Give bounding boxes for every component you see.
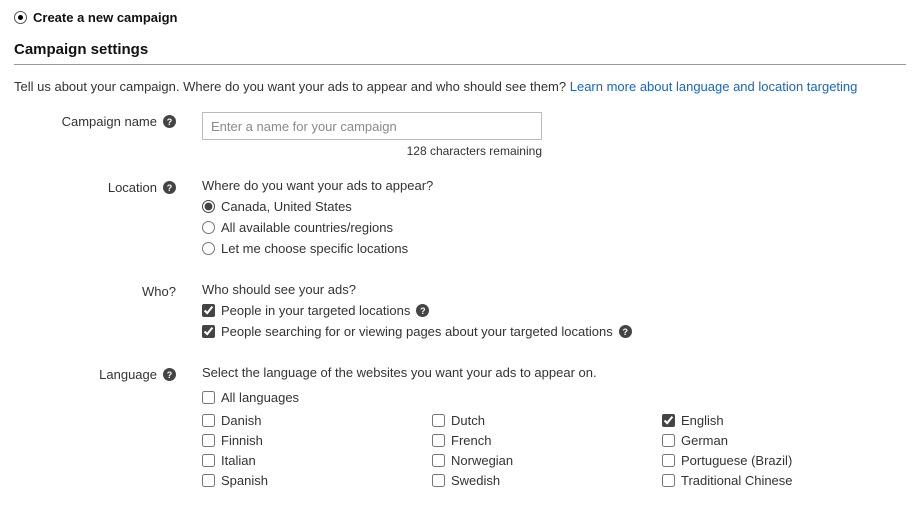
row-location: Location ? Where do you want your ads to… — [14, 178, 906, 262]
location-option-0[interactable]: Canada, United States — [202, 199, 906, 214]
lang-col-2: Dutch French Norwegian Swedish — [432, 413, 662, 493]
lang-italian[interactable]: Italian — [202, 453, 432, 468]
intro-text: Tell us about your campaign. Where do yo… — [14, 79, 906, 94]
label-who: Who? — [14, 282, 184, 299]
who-option-1[interactable]: People searching for or viewing pages ab… — [202, 324, 906, 339]
lang-swedish-checkbox[interactable] — [432, 474, 445, 487]
help-icon[interactable]: ? — [416, 304, 429, 317]
who-question: Who should see your ads? — [202, 282, 906, 297]
step-radio-icon — [14, 11, 27, 24]
intro-learn-more-link[interactable]: Learn more about language and location t… — [570, 79, 858, 94]
label-campaign-name: Campaign name ? — [14, 112, 184, 129]
who-option-0[interactable]: People in your targeted locations ? — [202, 303, 906, 318]
location-radio-1[interactable] — [202, 221, 215, 234]
location-option-1[interactable]: All available countries/regions — [202, 220, 906, 235]
lang-all-checkbox[interactable] — [202, 391, 215, 404]
lang-danish[interactable]: Danish — [202, 413, 432, 428]
lang-finnish-checkbox[interactable] — [202, 434, 215, 447]
location-option-0-label: Canada, United States — [221, 199, 352, 214]
label-location-text: Location — [108, 180, 157, 195]
lang-swedish[interactable]: Swedish — [432, 473, 662, 488]
location-radio-2[interactable] — [202, 242, 215, 255]
lang-dutch[interactable]: Dutch — [432, 413, 662, 428]
lang-german-label: German — [681, 433, 728, 448]
row-language: Language ? Select the language of the we… — [14, 365, 906, 493]
section-divider — [14, 64, 906, 65]
location-radio-0[interactable] — [202, 200, 215, 213]
location-option-2[interactable]: Let me choose specific locations — [202, 241, 906, 256]
intro-text-body: Tell us about your campaign. Where do yo… — [14, 79, 570, 94]
lang-all[interactable]: All languages — [202, 390, 906, 405]
lang-finnish[interactable]: Finnish — [202, 433, 432, 448]
lang-italian-label: Italian — [221, 453, 256, 468]
row-campaign-name: Campaign name ? 128 characters remaining — [14, 112, 906, 158]
lang-norwegian-label: Norwegian — [451, 453, 513, 468]
lang-french-checkbox[interactable] — [432, 434, 445, 447]
lang-col-1: Danish Finnish Italian Spanish — [202, 413, 432, 493]
lang-french[interactable]: French — [432, 433, 662, 448]
who-option-0-label: People in your targeted locations — [221, 303, 410, 318]
section-title: Campaign settings — [14, 41, 906, 58]
lang-spanish-checkbox[interactable] — [202, 474, 215, 487]
campaign-name-input[interactable] — [202, 112, 542, 140]
lang-finnish-label: Finnish — [221, 433, 263, 448]
lang-swedish-label: Swedish — [451, 473, 500, 488]
lang-portuguese-brazil[interactable]: Portuguese (Brazil) — [662, 453, 892, 468]
lang-english[interactable]: English — [662, 413, 892, 428]
lang-traditional-chinese[interactable]: Traditional Chinese — [662, 473, 892, 488]
label-location: Location ? — [14, 178, 184, 195]
label-who-text: Who? — [142, 284, 176, 299]
lang-traditional-chinese-checkbox[interactable] — [662, 474, 675, 487]
step-title: Create a new campaign — [33, 10, 178, 25]
lang-traditional-chinese-label: Traditional Chinese — [681, 473, 793, 488]
label-language-text: Language — [99, 367, 157, 382]
lang-danish-checkbox[interactable] — [202, 414, 215, 427]
label-campaign-name-text: Campaign name — [62, 114, 157, 129]
help-icon[interactable]: ? — [163, 181, 176, 194]
lang-german-checkbox[interactable] — [662, 434, 675, 447]
campaign-name-counter: 128 characters remaining — [202, 144, 542, 158]
lang-all-label: All languages — [221, 390, 299, 405]
location-option-2-label: Let me choose specific locations — [221, 241, 408, 256]
location-option-1-label: All available countries/regions — [221, 220, 393, 235]
lang-danish-label: Danish — [221, 413, 261, 428]
lang-italian-checkbox[interactable] — [202, 454, 215, 467]
lang-portuguese-brazil-label: Portuguese (Brazil) — [681, 453, 792, 468]
who-option-1-label: People searching for or viewing pages ab… — [221, 324, 613, 339]
step-header: Create a new campaign — [14, 10, 906, 25]
help-icon[interactable]: ? — [163, 115, 176, 128]
lang-spanish[interactable]: Spanish — [202, 473, 432, 488]
lang-dutch-label: Dutch — [451, 413, 485, 428]
lang-norwegian[interactable]: Norwegian — [432, 453, 662, 468]
help-icon[interactable]: ? — [619, 325, 632, 338]
who-checkbox-1[interactable] — [202, 325, 215, 338]
label-language: Language ? — [14, 365, 184, 382]
language-question: Select the language of the websites you … — [202, 365, 906, 380]
lang-english-label: English — [681, 413, 724, 428]
lang-dutch-checkbox[interactable] — [432, 414, 445, 427]
help-icon[interactable]: ? — [163, 368, 176, 381]
location-question: Where do you want your ads to appear? — [202, 178, 906, 193]
lang-spanish-label: Spanish — [221, 473, 268, 488]
row-who: Who? Who should see your ads? People in … — [14, 282, 906, 345]
lang-norwegian-checkbox[interactable] — [432, 454, 445, 467]
who-checkbox-0[interactable] — [202, 304, 215, 317]
lang-portuguese-brazil-checkbox[interactable] — [662, 454, 675, 467]
lang-french-label: French — [451, 433, 491, 448]
lang-english-checkbox[interactable] — [662, 414, 675, 427]
lang-german[interactable]: German — [662, 433, 892, 448]
lang-col-3: English German Portuguese (Brazil) Tradi… — [662, 413, 892, 493]
